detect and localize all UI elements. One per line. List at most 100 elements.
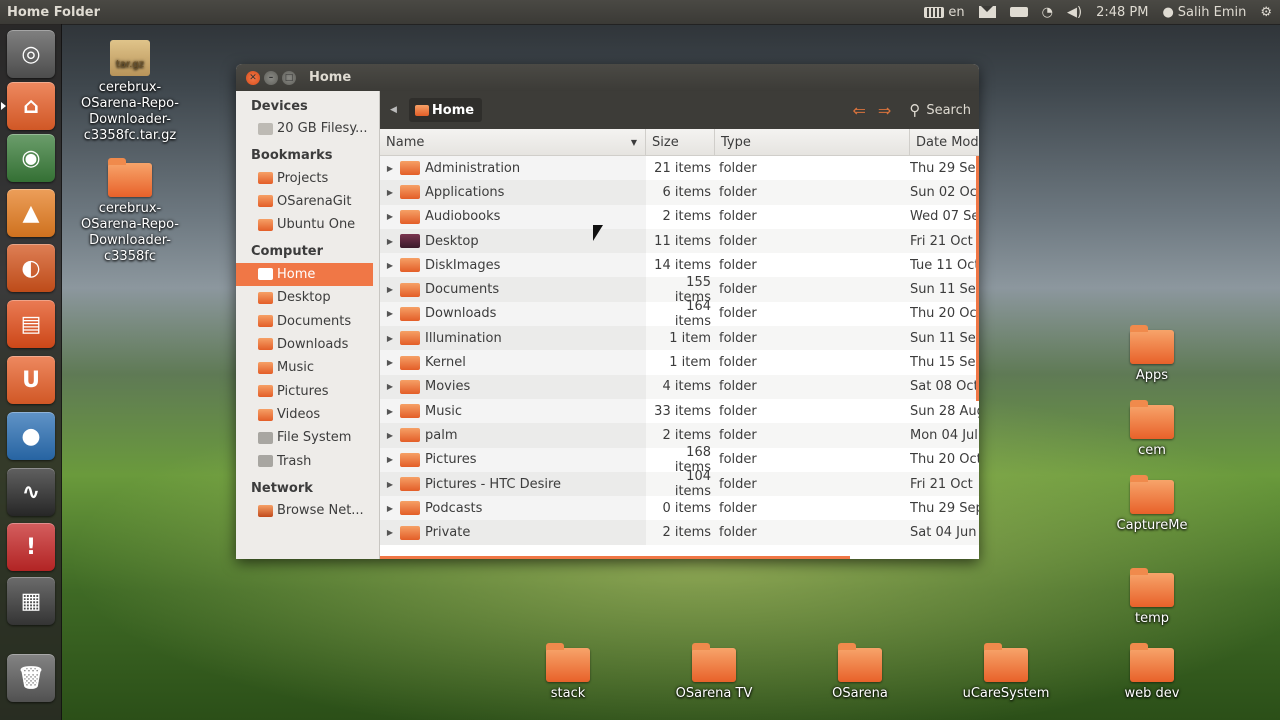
launcher-dash-home[interactable]: ◎ [7,30,55,78]
desktop-icon-stack[interactable]: stack [503,643,633,702]
maximize-icon[interactable]: □ [282,70,296,85]
desktop-icon-osarena-tv[interactable]: OSarena TV [649,643,779,702]
desktop-icon-ucaresystem[interactable]: uCareSystem [941,643,1071,702]
launcher-ubuntu-one[interactable]: U [7,356,55,404]
keyboard-icon[interactable] [924,6,945,18]
sidebar-item-osarenagit[interactable]: OSarenaGit [236,190,379,213]
launcher-workspaces[interactable]: ▦ [7,577,55,625]
sidebar-item-file-system[interactable]: File System [236,426,379,449]
column-header-size[interactable]: Size [646,129,715,155]
mail-icon[interactable] [978,6,996,18]
sidebar-item-home[interactable]: Home [236,262,373,286]
table-row[interactable]: ▶ Administration 21 items folder Thu 29 Sep [380,156,979,181]
sidebar-item-pictures[interactable]: Pictures [236,380,379,403]
table-row[interactable]: ▶ Applications 6 items folder Sun 02 Oct [380,180,979,205]
cell-type: folder [719,355,757,371]
expand-triangle-icon[interactable]: ▶ [380,309,400,318]
wifi-icon[interactable]: ◔ [1042,5,1053,20]
launcher-home-folder[interactable]: ⌂ [1,82,55,130]
sidebar-item-videos[interactable]: Videos [236,403,379,426]
table-row[interactable]: ▶ Music 33 items folder Sun 28 Aug [380,398,979,424]
expand-triangle-icon[interactable]: ▶ [380,382,400,391]
desktop-icon-apps[interactable]: Apps [1087,325,1217,384]
table-row[interactable]: ▶ Audiobooks 2 items folder Wed 07 Sep [380,204,979,229]
sidebar-item-label: Ubuntu One [277,217,356,233]
back-arrow-icon[interactable]: ⇐ [853,101,866,120]
expand-triangle-icon[interactable]: ▶ [380,504,400,513]
table-row[interactable]: ▶ Desktop 11 items folder Fri 21 Oct [380,228,979,254]
launcher-chrome[interactable]: ◉ [7,134,55,182]
expand-triangle-icon[interactable]: ▶ [380,285,400,294]
desktop-icon-cem[interactable]: cem [1087,400,1217,459]
launcher-alert-app[interactable]: ! [7,523,55,571]
window-titlebar[interactable]: ✕ – □ Home [236,64,979,91]
table-row[interactable]: ▶ Pictures - HTC Desire 104 items folder Fri… [380,469,979,499]
videos-icon [258,408,273,421]
expand-triangle-icon[interactable]: ▶ [380,455,400,464]
volume-icon[interactable]: ◀) [1067,5,1082,20]
expand-triangle-icon[interactable]: ▶ [380,431,400,440]
sidebar-item-desktop[interactable]: Desktop [236,286,379,309]
forward-arrow-icon[interactable]: ⇒ [878,101,891,120]
sidebar-item-music[interactable]: Music [236,356,379,379]
launcher-sound-app[interactable]: ∿ [7,468,55,516]
expand-triangle-icon[interactable]: ▶ [380,164,400,173]
sidebar-item-documents[interactable]: Documents [236,309,379,332]
desktop-icon-cerebrux-osarena-repo-downloader-c3358fc[interactable]: cerebrux-OSarena-Repo-Downloader-c3358fc [65,158,195,265]
table-row[interactable]: ▶ Private 2 items folder Sat 04 Jun [380,520,979,545]
sidebar-item-20-gb-filesy[interactable]: 20 GB Filesy... [236,117,379,140]
table-row[interactable]: ▶ Kernel 1 item folder Thu 15 Sep [380,350,979,375]
sidebar-item-trash[interactable]: Trash [236,450,379,473]
desktop-icon-temp[interactable]: temp [1087,568,1217,627]
gear-icon[interactable]: ⚙ [1260,5,1272,20]
desktop-icon-osarena[interactable]: OSarena [795,643,925,702]
expand-triangle-icon[interactable]: ▶ [380,212,400,221]
table-row[interactable]: ▶ Downloads 164 items folder Thu 20 Oct [380,299,979,329]
column-header-name[interactable]: Name ▼ [380,129,646,155]
expand-triangle-icon[interactable]: ▶ [380,480,400,489]
horizontal-scrollbar[interactable] [380,556,850,559]
sidebar-item-browse-net[interactable]: Browse Net... [236,499,379,522]
running-indicator [1,102,6,110]
launcher-software-center[interactable]: ▤ [7,300,55,348]
battery-icon[interactable] [1009,7,1028,17]
folder-icon [400,306,420,321]
sidebar-item-downloads[interactable]: Downloads [236,333,379,356]
expand-triangle-icon[interactable]: ▶ [380,237,400,246]
expand-triangle-icon[interactable]: ▶ [380,358,400,367]
vertical-scrollbar[interactable] [976,156,979,401]
table-row[interactable]: ▶ Movies 4 items folder Sat 08 Oct [380,374,979,399]
user-menu[interactable]: ● Salih Emin [1162,5,1246,20]
minimize-icon[interactable]: – [264,70,278,85]
column-header-type[interactable]: Type [715,129,910,155]
launcher-water-app[interactable]: ● [7,412,55,460]
expand-triangle-icon[interactable]: ▶ [380,261,400,270]
desktop-icon-web-dev[interactable]: web dev [1087,643,1217,702]
language-indicator[interactable]: en [948,5,964,20]
cell-type: folder [719,330,757,346]
expand-triangle-icon[interactable]: ▶ [380,407,400,416]
file-name: Pictures - HTC Desire [425,476,562,492]
expand-triangle-icon[interactable]: ▶ [380,334,400,343]
expand-triangle-icon[interactable]: ▶ [380,528,400,537]
sidebar-item-projects[interactable]: Projects [236,166,379,189]
close-icon[interactable]: ✕ [246,70,260,85]
launcher-trash[interactable]: 🗑 [7,654,55,702]
sidebar-item-ubuntu-one[interactable]: Ubuntu One [236,213,379,236]
table-row[interactable]: ▶ Podcasts 0 items folder Thu 29 Sep [380,496,979,521]
launcher-vlc[interactable]: ▲ [7,189,55,237]
expand-triangle-icon[interactable]: ▶ [380,188,400,197]
breadcrumb-scroll-left-icon[interactable]: ◀ [390,105,397,115]
clock[interactable]: 2:48 PM [1096,5,1148,20]
browse-net-icon [258,504,273,517]
table-row[interactable]: ▶ Illumination 1 item folder Sun 11 Sep [380,326,979,351]
breadcrumb-home[interactable]: Home [408,98,483,122]
desktop-icon-cerebrux-osarena-repo-downloader-c3358fc-tar-gz[interactable]: tar.gz cerebrux-OSarena-Repo-Downloader-c… [65,40,195,144]
column-date-label: Date Mod [916,134,979,150]
cell-type: folder [719,476,757,492]
search-button[interactable]: ⚲ Search [909,101,971,119]
launcher-firefox[interactable]: ◐ [7,244,55,292]
cell-name: ▶ Illumination [380,326,646,351]
column-header-date[interactable]: Date Mod [910,129,979,155]
desktop-icon-captureme[interactable]: CaptureMe [1087,475,1217,534]
